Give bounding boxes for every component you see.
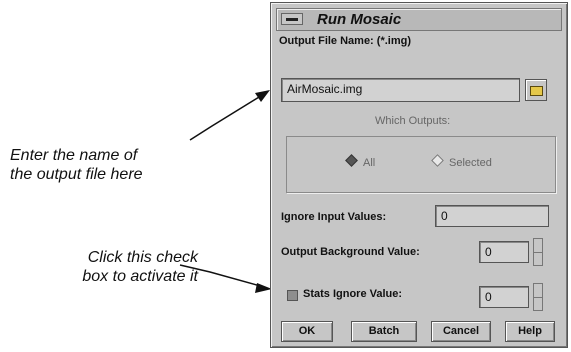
radio-selected-indicator-icon: [431, 154, 444, 167]
stats-ignore-label: Stats Ignore Value:: [303, 288, 403, 300]
run-mosaic-dialog: Run Mosaic Output File Name: (*.img) Air…: [270, 2, 568, 348]
cancel-button[interactable]: Cancel: [431, 321, 491, 342]
which-outputs-group: All Selected: [286, 136, 556, 193]
title-bar[interactable]: Run Mosaic: [276, 8, 562, 31]
arrow-to-checkbox: [179, 264, 265, 288]
ignore-input-field[interactable]: 0: [435, 205, 549, 227]
background-value-field[interactable]: 0: [479, 241, 529, 263]
stats-ignore-field[interactable]: 0: [479, 286, 529, 308]
radio-selected-label: Selected: [449, 157, 492, 169]
folder-icon[interactable]: [525, 79, 547, 101]
dialog-title: Run Mosaic: [317, 11, 402, 28]
arrowhead-filename: [255, 90, 270, 102]
help-button[interactable]: Help: [505, 321, 555, 342]
background-value-label: Output Background Value:: [281, 246, 420, 258]
arrow-to-filename: [189, 93, 265, 141]
ok-button[interactable]: OK: [281, 321, 333, 342]
window-menu-icon[interactable]: [281, 13, 303, 25]
batch-button[interactable]: Batch: [351, 321, 417, 342]
output-file-label: Output File Name: (*.img): [279, 35, 411, 47]
which-outputs-label: Which Outputs:: [375, 115, 451, 127]
output-file-input[interactable]: AirMosaic.img: [281, 78, 520, 102]
radio-all-indicator-icon: [345, 154, 358, 167]
radio-selected[interactable]: Selected: [431, 154, 492, 169]
radio-all[interactable]: All: [345, 154, 376, 169]
radio-all-label: All: [363, 157, 376, 169]
background-spinner-icon[interactable]: [533, 238, 543, 266]
stats-ignore-checkbox[interactable]: [287, 290, 298, 301]
stats-ignore-spinner-icon[interactable]: [533, 283, 543, 311]
ignore-input-label: Ignore Input Values:: [281, 211, 387, 223]
